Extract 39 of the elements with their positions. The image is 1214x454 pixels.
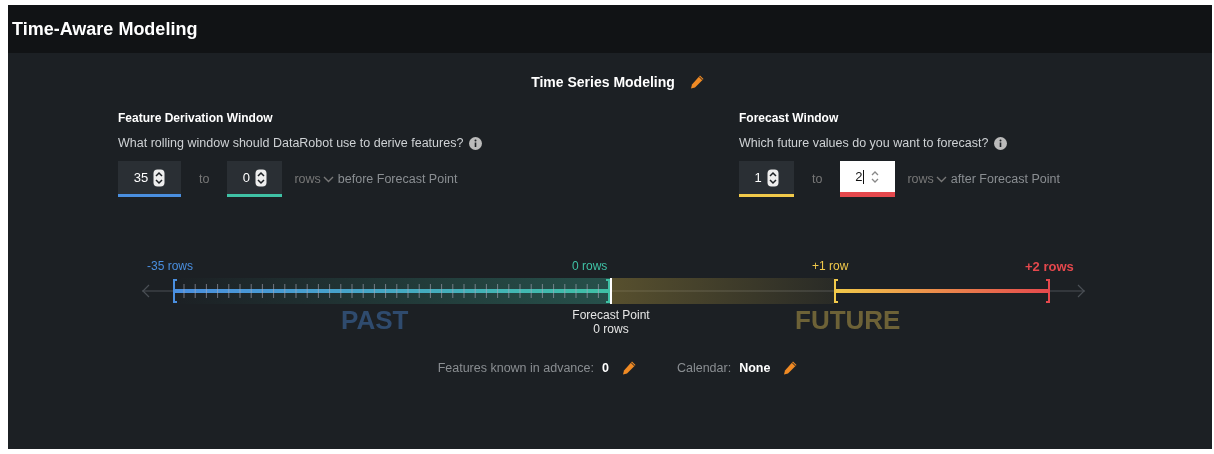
number-field[interactable]: 0 bbox=[227, 161, 283, 197]
forecast-point-marker bbox=[610, 278, 612, 304]
question-text: What rolling window should DataRobot use to derive features? bbox=[118, 136, 464, 150]
edit-icon[interactable] bbox=[782, 360, 799, 376]
number-field[interactable]: 2 bbox=[840, 161, 896, 197]
range-start-label: +1 row bbox=[812, 259, 849, 273]
window-title: Time-Aware Modeling bbox=[12, 18, 198, 40]
edit-icon[interactable] bbox=[620, 360, 637, 376]
suffix-text: after Forecast Point bbox=[950, 172, 1060, 186]
forecast-point-label: Forecast Point bbox=[572, 308, 650, 322]
setting-label: Calendar: bbox=[676, 361, 732, 375]
chevron-down-icon bbox=[935, 175, 947, 183]
edit-icon[interactable] bbox=[688, 74, 705, 90]
spinner-icon[interactable] bbox=[255, 168, 268, 187]
info-icon[interactable] bbox=[994, 136, 1008, 150]
future-label: FUTURE bbox=[795, 305, 901, 336]
setting-value: 0 bbox=[601, 361, 609, 375]
range-end-label: 0 rows bbox=[572, 259, 608, 273]
unit-dropdown[interactable]: rows bbox=[294, 172, 334, 186]
number-field[interactable]: 35 bbox=[118, 161, 181, 197]
chevron-down-icon bbox=[322, 175, 334, 183]
range-start-label: -35 rows bbox=[147, 259, 193, 273]
setting-value: None bbox=[739, 361, 771, 375]
past-label: PAST bbox=[341, 305, 409, 336]
setting-label: Features known in advance: bbox=[437, 361, 594, 375]
to-label: to bbox=[812, 172, 823, 186]
window-heading: Forecast Window bbox=[739, 111, 840, 125]
info-icon[interactable] bbox=[469, 136, 483, 150]
window-heading: Feature Derivation Window bbox=[118, 111, 274, 125]
range-end-label: +2 rows bbox=[1025, 259, 1074, 274]
spinner-icon[interactable] bbox=[153, 168, 166, 187]
unit-dropdown[interactable]: rows bbox=[907, 172, 947, 186]
section-title: Time Series Modeling bbox=[531, 74, 675, 90]
to-label: to bbox=[199, 172, 210, 186]
spinner-icon[interactable] bbox=[766, 168, 779, 187]
suffix-text: before Forecast Point bbox=[337, 172, 458, 186]
number-field[interactable]: 1 bbox=[739, 161, 794, 197]
question-text: Which future values do you want to forecast? bbox=[739, 136, 989, 150]
forecast-point-label: 0 rows bbox=[593, 322, 629, 336]
